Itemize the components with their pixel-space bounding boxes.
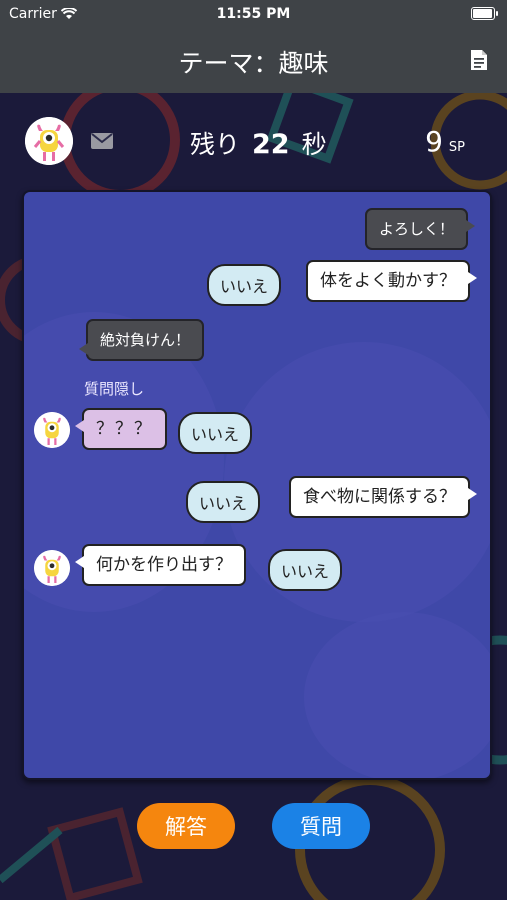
remaining-label: 残り: [190, 130, 241, 159]
chat-bubble-hidden-question: ？？？: [75, 408, 167, 450]
answer-button[interactable]: 解答: [137, 803, 235, 849]
hidden-question-label: 質問隠し: [84, 380, 145, 398]
countdown-timer: 残り 22 秒: [190, 125, 327, 161]
background-blob: [304, 612, 490, 778]
player-avatar[interactable]: [25, 117, 73, 165]
chat-panel[interactable]: よろしく！ 体をよく動かす？ いいえ 絶対負けん！ 質問隠し ？？？ いいえ 食…: [22, 190, 492, 780]
sp-value: 9: [425, 125, 443, 158]
document-icon[interactable]: [469, 49, 489, 71]
seconds-unit: 秒: [301, 130, 327, 159]
avatar: [34, 412, 70, 448]
chat-bubble-question: 何かを作り出す？: [75, 544, 246, 586]
battery-icon: [471, 7, 498, 20]
chat-bubble-self: 絶対負けん！: [78, 319, 205, 361]
status-bar: Carrier 11:55 PM: [0, 0, 507, 28]
answer-pill: いいえ: [207, 264, 282, 306]
monster-avatar-icon: [25, 117, 73, 165]
navigation-bar: Carrier 11:55 PM テーマ：趣味: [0, 0, 507, 93]
question-button[interactable]: 質問: [272, 803, 370, 849]
status-time: 11:55 PM: [216, 6, 291, 22]
sp-counter: 9 SP: [425, 125, 465, 158]
avatar: [34, 550, 70, 586]
page-title: テーマ：趣味: [178, 49, 329, 78]
chat-bubble-question: 食べ物に関係する？: [289, 476, 477, 518]
mail-icon[interactable]: [91, 133, 113, 149]
chat-bubble-question: 体をよく動かす？: [306, 260, 477, 302]
remaining-seconds: 22: [252, 129, 290, 160]
answer-pill: いいえ: [268, 549, 343, 591]
answer-pill: いいえ: [186, 481, 261, 523]
answer-pill: いいえ: [178, 412, 253, 454]
sp-unit: SP: [448, 140, 465, 155]
chat-bubble-opponent: よろしく！: [364, 208, 476, 250]
